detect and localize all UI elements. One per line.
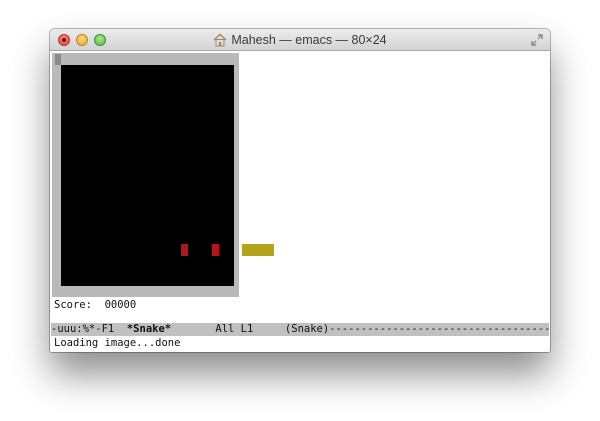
snake-segment — [263, 244, 274, 256]
modeline-mode: (Snake)---------------------------------… — [284, 323, 549, 335]
score-line: Score: 00000 — [54, 299, 136, 312]
snake-board[interactable] — [61, 65, 274, 286]
snake-segment — [242, 244, 253, 256]
score-value: 00000 — [104, 299, 137, 311]
apple — [212, 244, 219, 256]
mode-line[interactable]: -uuu:%*-F1 *Snake* All L1 (Snake)-------… — [51, 323, 549, 336]
modeline-status: -uuu:%*-F1 — [51, 323, 127, 335]
window-title: Mahesh — emacs — 80×24 — [231, 33, 387, 47]
score-label: Score: — [54, 299, 92, 311]
home-folder-icon — [213, 33, 227, 47]
emacs-window: Mahesh — emacs — 80×24 Score: 00000 -uuu… — [50, 29, 550, 352]
modeline-position: All L1 — [171, 323, 285, 335]
title-bar[interactable]: Mahesh — emacs — 80×24 — [50, 29, 550, 51]
modeline-buffer-name: *Snake* — [126, 323, 172, 335]
apple — [181, 244, 188, 256]
fullscreen-arrows-icon[interactable] — [530, 33, 544, 47]
echo-area: Loading image...done — [54, 337, 181, 349]
snake-game-frame — [52, 53, 274, 297]
text-cursor — [55, 54, 61, 65]
emacs-buffer-area[interactable]: Score: 00000 -uuu:%*-F1 *Snake* All L1 (… — [50, 51, 550, 352]
window-title-group: Mahesh — emacs — 80×24 — [50, 29, 550, 51]
